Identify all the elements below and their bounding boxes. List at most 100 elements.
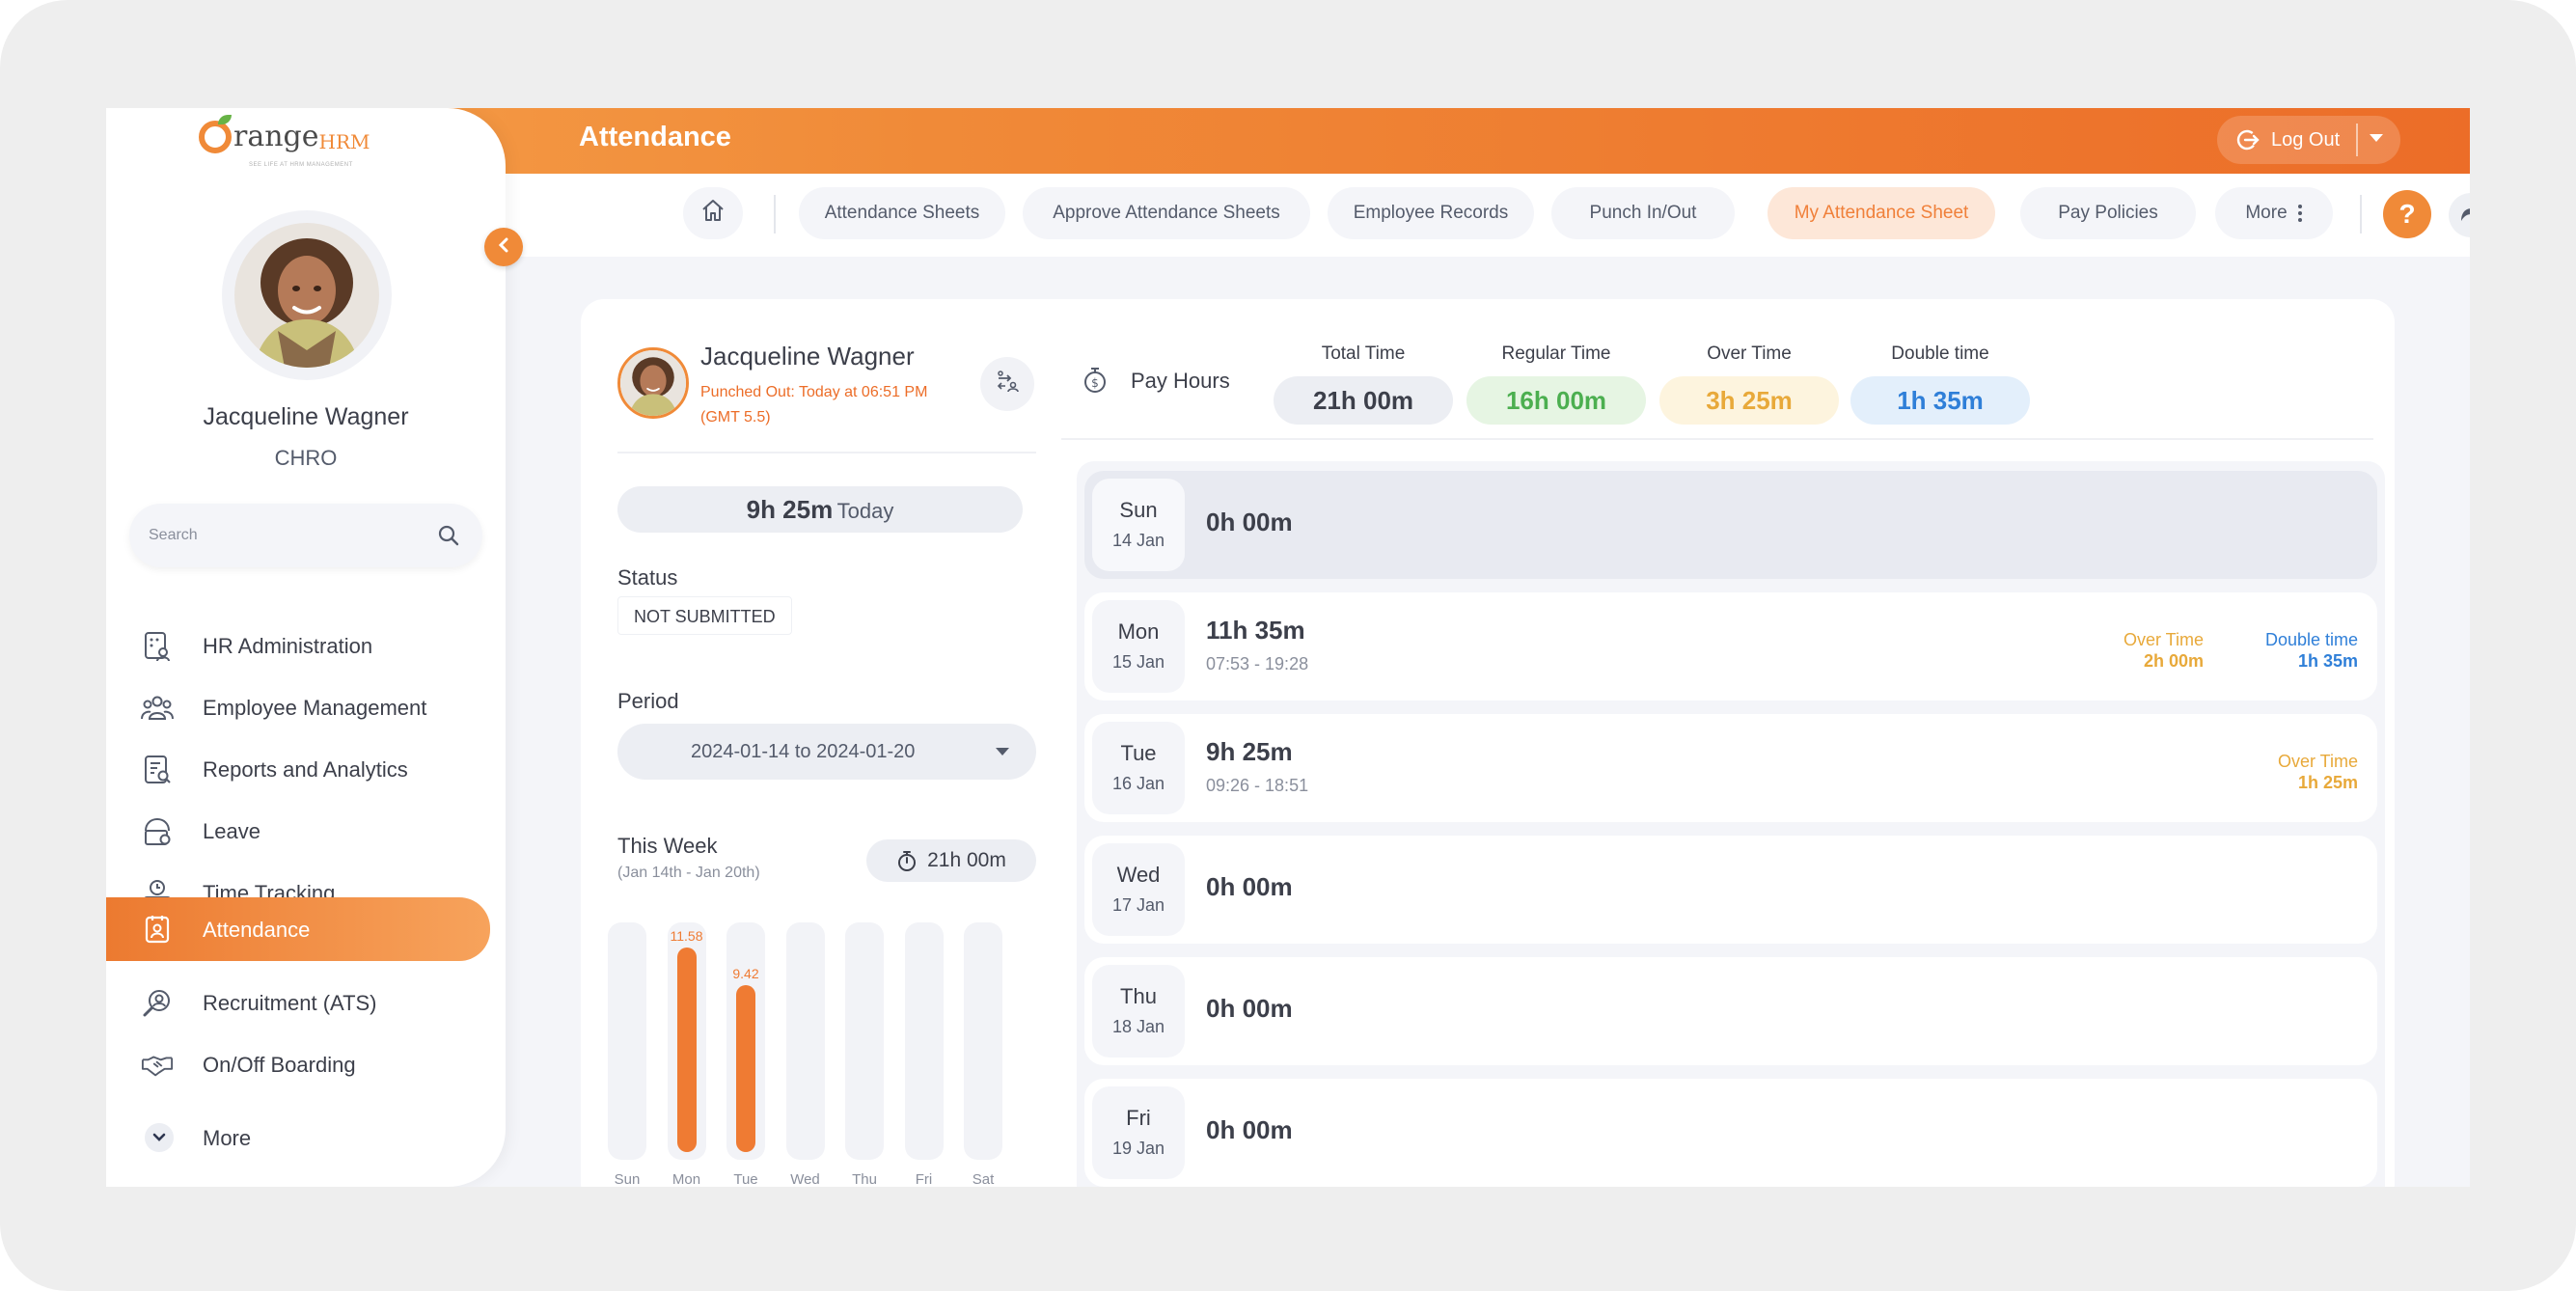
pay-hours-panel: $ Pay Hours Total Time 21h 00m Regular T… <box>1061 299 2395 1187</box>
day-name: Wed <box>1116 863 1161 887</box>
tab-more[interactable]: More <box>2215 187 2333 239</box>
kebab-icon <box>2297 204 2303 223</box>
search-icon[interactable] <box>436 523 461 553</box>
page-title: Attendance <box>579 122 731 152</box>
day-row-thu[interactable]: Thu 18 Jan 0h 00m <box>1084 957 2377 1065</box>
day-name: Sun <box>1119 498 1158 522</box>
weekly-hours-chart: Sun 11.58 Mon 9.42 Tue Wed Thu Fri Sat <box>581 299 1050 1187</box>
bar-track-thu <box>845 922 884 1160</box>
day-total: 0h 00m <box>1206 872 1293 901</box>
day-total: 0h 00m <box>1206 508 1293 536</box>
sidebar-item-leave[interactable]: Leave <box>106 801 506 861</box>
bar-day-label: Fri <box>915 1171 933 1187</box>
day-time-span: 07:53 - 19:28 <box>1206 654 1309 673</box>
orangehrm-logo: range HRM SEE LIFE AT HRM MANAGEMENT <box>199 115 370 168</box>
day-badge: Mon 15 Jan <box>1092 600 1185 693</box>
avatar[interactable] <box>234 223 379 368</box>
sidebar-item-label: Attendance <box>203 918 311 942</box>
regular-time-summary: Regular Time 16h 00m <box>1466 343 1646 425</box>
regular-time-label: Regular Time <box>1501 343 1611 364</box>
tab-punch-in-out[interactable]: Punch In/Out <box>1551 187 1735 239</box>
user-role: CHRO <box>274 446 338 470</box>
day-name: Mon <box>1117 619 1160 644</box>
sidebar-item-label: Recruitment (ATS) <box>203 991 377 1015</box>
sidebar-item-reports-and-analytics[interactable]: Reports and Analytics <box>106 739 506 799</box>
overtime-label: Over Time <box>2123 630 2204 649</box>
chevron-down-icon[interactable] <box>2370 134 2383 142</box>
sidebar-item-label: Leave <box>203 819 260 843</box>
recruitment-icon <box>141 987 174 1020</box>
day-badge: Fri 19 Jan <box>1092 1086 1185 1179</box>
sidebar-search[interactable]: Search <box>129 504 482 567</box>
double-time-label: Double time <box>2264 630 2358 649</box>
day-row-tue[interactable]: Tue 16 Jan 9h 25m 09:26 - 18:51 Over Tim… <box>1084 714 2377 822</box>
search-input[interactable]: Search <box>149 527 198 544</box>
day-badge: Sun 14 Jan <box>1092 479 1185 571</box>
bar-track-sat <box>964 922 1002 1160</box>
leave-icon <box>141 815 174 848</box>
double-time-label: Double time <box>1891 343 1989 364</box>
home-button[interactable] <box>683 187 743 239</box>
sidebar-item-label: HR Administration <box>203 634 373 658</box>
reports-icon <box>141 754 174 786</box>
day-total: 0h 00m <box>1206 994 1293 1023</box>
bar-day-label: Wed <box>790 1171 820 1187</box>
bar-track-fri <box>904 922 944 1160</box>
day-badge: Wed 17 Jan <box>1092 843 1185 936</box>
nav-divider <box>2360 195 2362 233</box>
avatar-frame <box>222 210 392 380</box>
user-name: Jacqueline Wagner <box>203 403 409 430</box>
sidebar-item-label: Reports and Analytics <box>203 757 408 782</box>
share-icon <box>2459 203 2470 229</box>
double-time-tag: Double time 1h 35m <box>2204 629 2358 672</box>
sidebar-item-attendance[interactable]: Attendance <box>106 897 490 961</box>
double-time-value: 1h 35m <box>1850 376 2030 425</box>
day-total: 9h 25m <box>1206 737 1293 766</box>
tab-pay-policies[interactable]: Pay Policies <box>2020 187 2196 239</box>
bar-day-label: Tue <box>733 1171 758 1187</box>
tab-attendance-sheets[interactable]: Attendance Sheets <box>799 187 1005 239</box>
day-time-span: 09:26 - 18:51 <box>1206 776 1309 795</box>
bar-mon <box>676 948 697 1152</box>
bar-value-label: 11.58 <box>670 928 703 944</box>
logo-suffix: HRM <box>318 130 370 153</box>
day-row-wed[interactable]: Wed 17 Jan 0h 00m <box>1084 836 2377 944</box>
day-total: 11h 35m <box>1206 616 1305 645</box>
share-button[interactable] <box>2449 193 2470 237</box>
day-row-sun[interactable]: Sun 14 Jan 0h 00m <box>1084 471 2377 579</box>
logo-tagline: SEE LIFE AT HRM MANAGEMENT <box>249 162 353 168</box>
day-name: Tue <box>1120 741 1157 765</box>
collapse-sidebar-button[interactable] <box>484 228 523 266</box>
sidebar-item-on-off-boarding[interactable]: On/Off Boarding <box>106 1034 506 1094</box>
day-row-fri[interactable]: Fri 19 Jan 0h 00m <box>1084 1079 2377 1187</box>
overtime-tag: Over Time 1h 25m <box>2204 751 2358 793</box>
chevron-left-icon <box>496 236 511 259</box>
tab-my-attendance-sheet[interactable]: My Attendance Sheet <box>1768 187 1995 239</box>
day-row-mon[interactable]: Mon 15 Jan 11h 35m 07:53 - 19:28 Over Ti… <box>1084 592 2377 700</box>
sidebar-item-label: Employee Management <box>203 696 427 720</box>
over-time-summary: Over Time 3h 25m <box>1659 343 1839 425</box>
sidebar-item-more[interactable]: More <box>106 1108 506 1167</box>
more-label: More <box>2245 203 2288 223</box>
day-date: 17 Jan <box>1111 895 1165 915</box>
sidebar-item-recruitment[interactable]: Recruitment (ATS) <box>106 973 506 1032</box>
over-time-value: 3h 25m <box>1659 376 1839 425</box>
sidebar-item-hr-administration[interactable]: HR Administration <box>106 616 506 675</box>
overtime-label: Over Time <box>2277 752 2358 771</box>
logout-icon <box>2233 124 2263 155</box>
people-icon <box>141 692 174 725</box>
app-window: Attendance Log Out Attendance Sheets App… <box>106 108 2470 1187</box>
help-button[interactable]: ? <box>2383 190 2431 238</box>
bar-tue <box>736 985 755 1152</box>
day-date: 19 Jan <box>1111 1139 1165 1158</box>
sidebar-item-employee-management[interactable]: Employee Management <box>106 677 506 737</box>
tab-approve-attendance-sheets[interactable]: Approve Attendance Sheets <box>1023 187 1310 239</box>
tab-employee-records[interactable]: Employee Records <box>1328 187 1534 239</box>
bar-value-label: 9.42 <box>732 966 759 981</box>
logout-button[interactable]: Log Out <box>2217 116 2400 164</box>
svg-text:$: $ <box>1091 376 1099 390</box>
overtime-value: 2h 00m <box>2143 651 2204 671</box>
logo-text: range <box>233 120 319 153</box>
attendance-icon <box>141 913 174 946</box>
pay-hours-label: Pay Hours <box>1131 369 1230 393</box>
